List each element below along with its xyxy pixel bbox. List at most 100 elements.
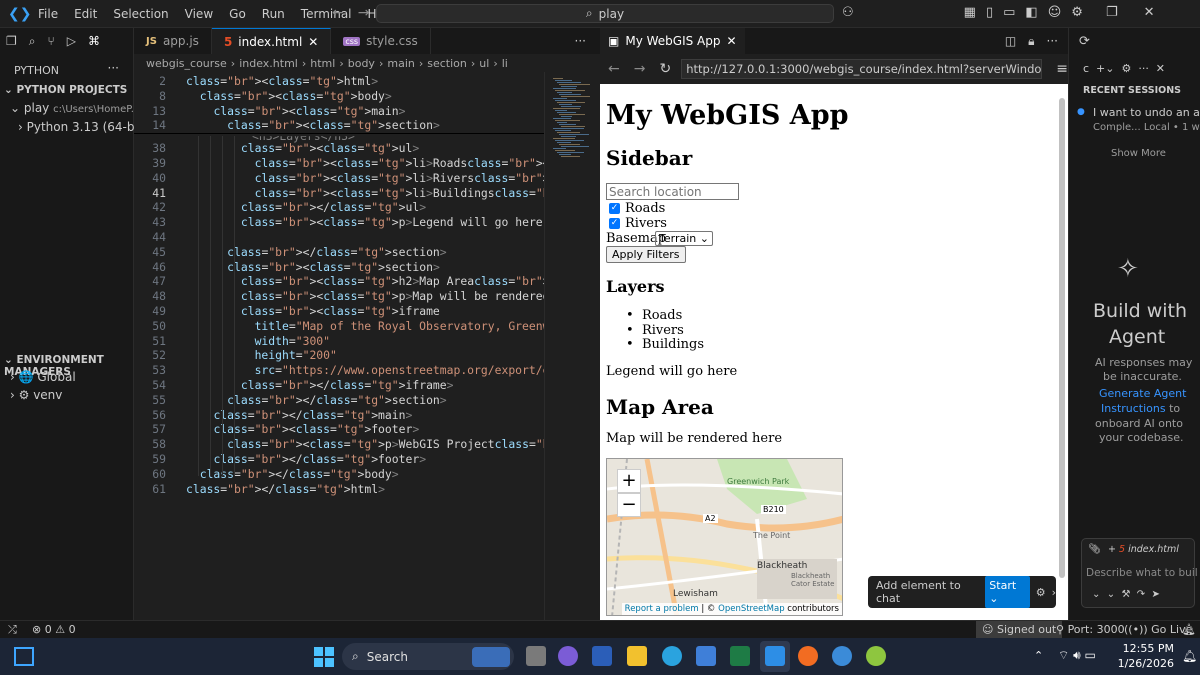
context-file-chip[interactable]: + 5 index.html xyxy=(1108,544,1179,555)
osm-link[interactable]: OpenStreetMap xyxy=(718,604,784,614)
run-debug-icon[interactable]: ▷ xyxy=(67,34,76,49)
code-line[interactable]: class="br"></class="tg">html> xyxy=(186,482,385,496)
taskbar-search[interactable]: ⌕ Search xyxy=(342,643,514,670)
menu-file[interactable]: File xyxy=(30,0,66,28)
menu-run[interactable]: Run xyxy=(254,0,293,28)
chat-panel-icon[interactable]: ⟳ xyxy=(1079,34,1090,49)
windows-start-icon[interactable] xyxy=(314,647,334,667)
close-window-icon[interactable]: ✕ xyxy=(1144,5,1155,20)
code-line[interactable]: class="br"></class="tg">body> xyxy=(186,467,399,481)
telegram-icon[interactable] xyxy=(662,646,682,666)
browser-forward-icon[interactable]: → xyxy=(634,61,646,77)
instructions-link[interactable]: Instructions xyxy=(1101,402,1166,415)
show-more-link[interactable]: Show More xyxy=(1111,148,1166,159)
close-tab-icon[interactable]: ✕ xyxy=(308,35,318,49)
more-actions-icon[interactable]: ··· xyxy=(108,61,119,75)
python-projects-header[interactable]: ⌄ PYTHON PROJECTS xyxy=(4,84,127,96)
session-item[interactable]: I want to undo an a... xyxy=(1093,106,1200,119)
basemap-select[interactable]: Terrain ⌄ xyxy=(655,231,713,246)
toggle-secondary-icon[interactable]: ◧ xyxy=(1025,5,1037,20)
tab-index-html[interactable]: 5 index.html ✕ xyxy=(211,28,332,54)
popup-settings-icon[interactable]: ⚙ xyxy=(1036,586,1046,599)
breadcrumb-item[interactable]: section xyxy=(427,57,467,70)
url-bar[interactable]: http://127.0.0.1:3000/webgis_course/inde… xyxy=(681,59,1043,79)
reload-icon[interactable]: ↻ xyxy=(659,61,671,77)
menu-selection[interactable]: Selection xyxy=(105,0,176,28)
code-line[interactable]: class="br"><class="tg">iframe xyxy=(186,304,440,318)
layout-icon[interactable]: ▦ xyxy=(964,5,976,20)
start-button[interactable]: Start ⌄ xyxy=(985,576,1030,608)
code-line[interactable]: class="br"><class="tg">p>Map will be ren… xyxy=(186,289,544,303)
project-item-play[interactable]: ⌄ play c:\Users\HomeP... xyxy=(10,101,140,115)
browser-tab[interactable]: ▣ My WebGIS App ✕ xyxy=(600,28,745,54)
accounts-icon[interactable]: ☺ xyxy=(1048,5,1062,20)
back-arrow-icon[interactable]: ← xyxy=(332,5,344,21)
apply-filters-button[interactable]: Apply Filters xyxy=(606,246,686,263)
close-browser-tab-icon[interactable]: ✕ xyxy=(727,34,737,48)
store-icon[interactable] xyxy=(696,646,716,666)
roads-checkbox-row[interactable]: ✓ Roads xyxy=(609,201,665,216)
forward-arrow-icon[interactable]: → xyxy=(358,5,370,21)
clock-date[interactable]: 1/26/2026 xyxy=(1116,657,1174,670)
command-center-search[interactable]: ⌕ play xyxy=(376,4,834,23)
file-explorer-icon[interactable] xyxy=(627,646,647,666)
browser-back-icon[interactable]: ← xyxy=(608,61,620,77)
menu-edit[interactable]: Edit xyxy=(66,0,105,28)
code-line[interactable]: class="br"><class="tg">li>Roadsclass="br… xyxy=(186,156,544,170)
clock-time[interactable]: 12:55 PM xyxy=(1122,642,1174,655)
source-control-icon[interactable]: ⑂ xyxy=(48,34,55,49)
code-line[interactable]: src="https://www.openstreetmap.org/expor… xyxy=(186,363,544,377)
code-line[interactable]: title="Map of the Royal Observatory, Gre… xyxy=(186,319,544,333)
report-problem-link[interactable]: Report a problem xyxy=(625,604,699,614)
breadcrumb-item[interactable]: html xyxy=(310,57,335,70)
code-line[interactable]: height="200" xyxy=(186,348,337,362)
code-line[interactable]: class="br"><class="tg">p>Legend will go … xyxy=(186,215,544,229)
breadcrumb-item[interactable]: index.html xyxy=(239,57,298,70)
excel-icon[interactable] xyxy=(730,646,750,666)
menu-go[interactable]: Go xyxy=(221,0,254,28)
notification-bell-icon[interactable]: 🔔︎ xyxy=(1182,649,1197,663)
teams-icon[interactable] xyxy=(558,646,578,666)
search-view-icon[interactable]: ⌕ xyxy=(29,34,36,49)
attach-icon[interactable]: 📎︎ xyxy=(1088,544,1101,555)
env-item-venv[interactable]: › ⚙ venv xyxy=(10,388,62,402)
map-iframe[interactable]: Greenwich Park A2 B210 The Point Blackhe… xyxy=(606,458,843,616)
env-item-global[interactable]: › 🌐 Global xyxy=(10,370,76,384)
code-line[interactable]: class="br"><class="tg">li>Riversclass="b… xyxy=(186,171,544,185)
remote-icon[interactable]: ⤮ xyxy=(8,623,17,637)
search-location-input[interactable] xyxy=(606,183,739,200)
vscode-taskbar-button[interactable] xyxy=(760,641,790,672)
toggle-panel-icon[interactable]: ▭ xyxy=(1003,5,1015,20)
minimap[interactable] xyxy=(544,72,600,620)
problems-indicator[interactable]: ⊗ 0 ⚠ 0 xyxy=(32,623,76,636)
code-line[interactable]: class="br"></class="tg">section> xyxy=(186,393,447,407)
breadcrumb-item[interactable]: webgis_course xyxy=(146,57,227,70)
firefox-icon[interactable] xyxy=(798,646,818,666)
code-line[interactable]: class="br"><class="tg">h2>Map Areaclass=… xyxy=(186,274,544,288)
tray-chevron-icon[interactable]: ⌃ xyxy=(1034,649,1043,662)
code-line[interactable]: class="br"></class="tg">main> xyxy=(186,408,412,422)
rivers-checkbox-row[interactable]: ✓ Rivers xyxy=(609,216,667,231)
menu-view[interactable]: View xyxy=(177,0,221,28)
task-view-icon[interactable] xyxy=(526,646,546,666)
code-line[interactable]: class="br"><class="tg">ul> xyxy=(186,141,419,155)
notifications-icon[interactable]: 🔔︎ xyxy=(1182,623,1196,636)
rivers-checkbox[interactable]: ✓ xyxy=(609,218,620,229)
generate-agent-link[interactable]: Generate Agent xyxy=(1099,387,1186,400)
code-line[interactable]: width="300" xyxy=(186,334,330,348)
page-scrollbar[interactable] xyxy=(1059,98,1065,578)
word-icon[interactable] xyxy=(592,646,612,666)
breadcrumb-item[interactable]: li xyxy=(502,57,508,70)
split-editor-icon[interactable]: ◫ xyxy=(1005,34,1016,49)
code-line[interactable]: class="br"></class="tg">section> xyxy=(186,245,447,259)
breadcrumb-item[interactable]: main xyxy=(387,57,414,70)
settings-gear-icon[interactable]: ⚙ xyxy=(1071,5,1083,20)
tab-style-css[interactable]: css style.css xyxy=(331,28,431,54)
more-icon[interactable]: ··· xyxy=(1047,34,1058,49)
code-editor[interactable]: 2 class="br"><class="tg">html> 8 class="br… xyxy=(134,72,544,620)
python-icon[interactable]: ⌘ xyxy=(88,34,100,49)
chat-input-box[interactable]: 📎︎ + 5 index.html Describe what to buil … xyxy=(1081,538,1198,608)
qgis-icon[interactable] xyxy=(866,646,886,666)
restore-icon[interactable]: ❐ xyxy=(1106,5,1118,20)
copilot-icon[interactable]: ⚇ xyxy=(842,5,854,20)
